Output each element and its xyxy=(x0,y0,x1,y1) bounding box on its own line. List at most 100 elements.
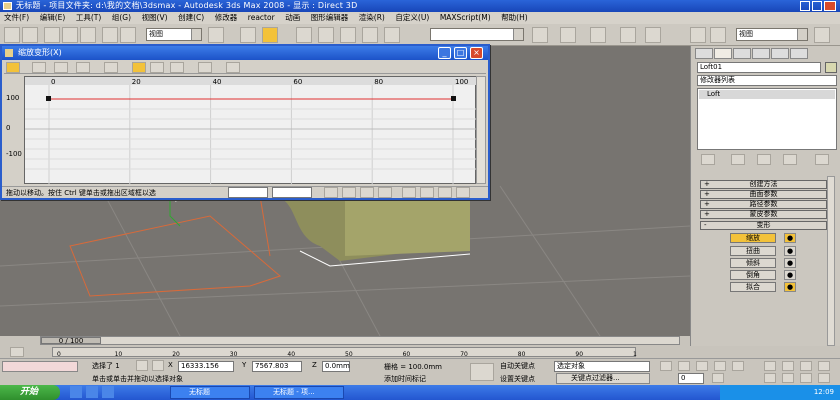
play-icon[interactable] xyxy=(696,361,708,371)
reset-curve-icon[interactable] xyxy=(226,62,240,73)
render-production-icon[interactable] xyxy=(690,27,706,43)
move-icon[interactable] xyxy=(240,27,256,43)
zoom-viewport-icon[interactable] xyxy=(764,361,776,371)
scale-bulb-icon[interactable]: ● xyxy=(784,233,796,243)
reference-coordinate-combo[interactable]: 视图 xyxy=(146,28,202,41)
select-icon[interactable] xyxy=(102,27,118,43)
percent-snap-icon[interactable] xyxy=(340,27,356,43)
named-selection-combo[interactable] xyxy=(430,28,524,41)
add-time-tag[interactable]: 添加时间标记 xyxy=(384,374,426,384)
display-y-axis-icon[interactable] xyxy=(54,62,68,73)
unlink-icon[interactable] xyxy=(62,27,78,43)
menu-reactor[interactable]: reactor xyxy=(244,12,279,24)
current-frame-field[interactable]: 0 xyxy=(678,373,704,384)
go-to-end-icon[interactable] xyxy=(732,361,744,371)
menu-graph-editors[interactable]: 图形编辑器 xyxy=(307,12,353,24)
render-active-icon[interactable] xyxy=(710,27,726,43)
zoom-extents-selected-icon[interactable] xyxy=(818,361,830,371)
pin-stack-icon[interactable] xyxy=(701,154,715,165)
arc-rotate-icon[interactable] xyxy=(800,373,812,383)
spinner-snap-icon[interactable] xyxy=(362,27,378,43)
zoom-extents-icon[interactable] xyxy=(342,187,356,198)
quick-render-teapot-icon[interactable] xyxy=(814,27,830,43)
zoom-horizontal-extents-icon[interactable] xyxy=(360,187,374,198)
utilities-tab-icon[interactable] xyxy=(790,48,808,59)
go-to-start-icon[interactable] xyxy=(660,361,672,371)
angle-snap-icon[interactable] xyxy=(318,27,334,43)
render-setup-icon[interactable] xyxy=(620,27,636,43)
desktop-icon[interactable] xyxy=(70,386,82,398)
rollout-skin-parameters[interactable]: + 蒙皮参数 xyxy=(700,210,827,219)
undo-icon[interactable] xyxy=(4,27,20,43)
dialog-maximize-button[interactable]: □ xyxy=(454,47,467,59)
set-key-icon[interactable] xyxy=(470,363,494,381)
absolute-mode-icon[interactable] xyxy=(152,360,164,371)
swap-curves-icon[interactable] xyxy=(104,62,118,73)
vertical-scrollbar[interactable] xyxy=(476,76,486,184)
create-tab-icon[interactable] xyxy=(695,48,713,59)
lock-selection-icon[interactable] xyxy=(136,360,148,371)
rollout-creation-method[interactable]: + 创建方法 xyxy=(700,180,827,189)
time-slider[interactable]: 0 / 100 xyxy=(40,336,680,345)
show-end-result-icon[interactable] xyxy=(731,154,745,165)
auto-key-label[interactable]: 自动关键点 xyxy=(500,361,535,371)
object-name-field[interactable]: Loft01 xyxy=(697,62,821,73)
rollout-path-parameters[interactable]: + 路径参数 xyxy=(700,200,827,209)
display-xy-axes-icon[interactable] xyxy=(76,62,90,73)
link-icon[interactable] xyxy=(44,27,60,43)
pan-view-icon[interactable] xyxy=(782,373,794,383)
insert-control-point-icon[interactable] xyxy=(170,62,184,73)
fit-bulb-icon[interactable]: ● xyxy=(784,282,796,292)
pivot-icon[interactable] xyxy=(208,27,224,43)
z-coordinate-field[interactable]: 0.0mm xyxy=(322,361,350,372)
maximize-button[interactable] xyxy=(812,1,822,11)
y-coordinate-field[interactable]: 7567.803 xyxy=(252,361,302,372)
menu-tools[interactable]: 工具(T) xyxy=(72,12,105,24)
stack-item-loft[interactable]: Loft xyxy=(699,90,835,99)
redo-icon[interactable] xyxy=(22,27,38,43)
field-of-view-icon[interactable] xyxy=(764,373,776,383)
control-point[interactable] xyxy=(451,96,456,101)
selection-set-dropdown[interactable]: 选定对象 xyxy=(554,361,650,372)
teeter-deform-button[interactable]: 倾斜 xyxy=(730,258,776,268)
command-panel-scrollbar[interactable] xyxy=(827,176,835,346)
dialog-close-button[interactable]: × xyxy=(470,47,483,59)
control-point[interactable] xyxy=(46,96,51,101)
media-icon[interactable] xyxy=(102,386,114,398)
set-key-label[interactable]: 设置关键点 xyxy=(500,374,535,384)
start-button[interactable]: 开始 xyxy=(0,385,60,400)
move-control-point-icon[interactable] xyxy=(132,62,146,73)
menu-rendering[interactable]: 渲染(R) xyxy=(355,12,389,24)
menu-help[interactable]: 帮助(H) xyxy=(497,12,532,24)
hierarchy-tab-icon[interactable] xyxy=(733,48,751,59)
scale-control-point-icon[interactable] xyxy=(150,62,164,73)
dialog-minimize-button[interactable]: _ xyxy=(438,47,451,59)
track-bar-toggle-icon[interactable] xyxy=(10,347,24,357)
menu-views[interactable]: 视图(V) xyxy=(138,12,172,24)
close-button[interactable] xyxy=(824,1,836,11)
bind-icon[interactable] xyxy=(80,27,96,43)
motion-tab-icon[interactable] xyxy=(752,48,770,59)
zoom-all-icon[interactable] xyxy=(782,361,794,371)
menu-animation[interactable]: 动画 xyxy=(281,12,304,24)
taskbar-item-max[interactable]: 无标题 xyxy=(170,386,250,399)
display-x-axis-icon[interactable] xyxy=(32,62,46,73)
menu-customize[interactable]: 自定义(U) xyxy=(391,12,433,24)
manipulate-icon[interactable] xyxy=(262,27,278,43)
menu-modifiers[interactable]: 修改器 xyxy=(211,12,242,24)
select-by-name-icon[interactable] xyxy=(120,27,136,43)
mirror-icon[interactable] xyxy=(384,27,400,43)
delete-control-point-icon[interactable] xyxy=(198,62,212,73)
quick-render-icon[interactable] xyxy=(645,27,661,43)
menu-create[interactable]: 创建(C) xyxy=(174,12,208,24)
pan-icon[interactable] xyxy=(324,187,338,198)
taskbar-item-folder[interactable]: 无标题 - 项... xyxy=(254,386,344,399)
bevel-deform-button[interactable]: 倒角 xyxy=(730,270,776,280)
modify-tab-icon[interactable] xyxy=(714,48,732,59)
maximize-viewport-icon[interactable] xyxy=(818,373,830,383)
previous-frame-icon[interactable] xyxy=(678,361,690,371)
zoom-vertical-icon[interactable] xyxy=(420,187,434,198)
modifier-list-dropdown[interactable]: 修改器列表 xyxy=(697,75,837,86)
make-unique-icon[interactable] xyxy=(757,154,771,165)
remove-modifier-icon[interactable] xyxy=(783,154,797,165)
